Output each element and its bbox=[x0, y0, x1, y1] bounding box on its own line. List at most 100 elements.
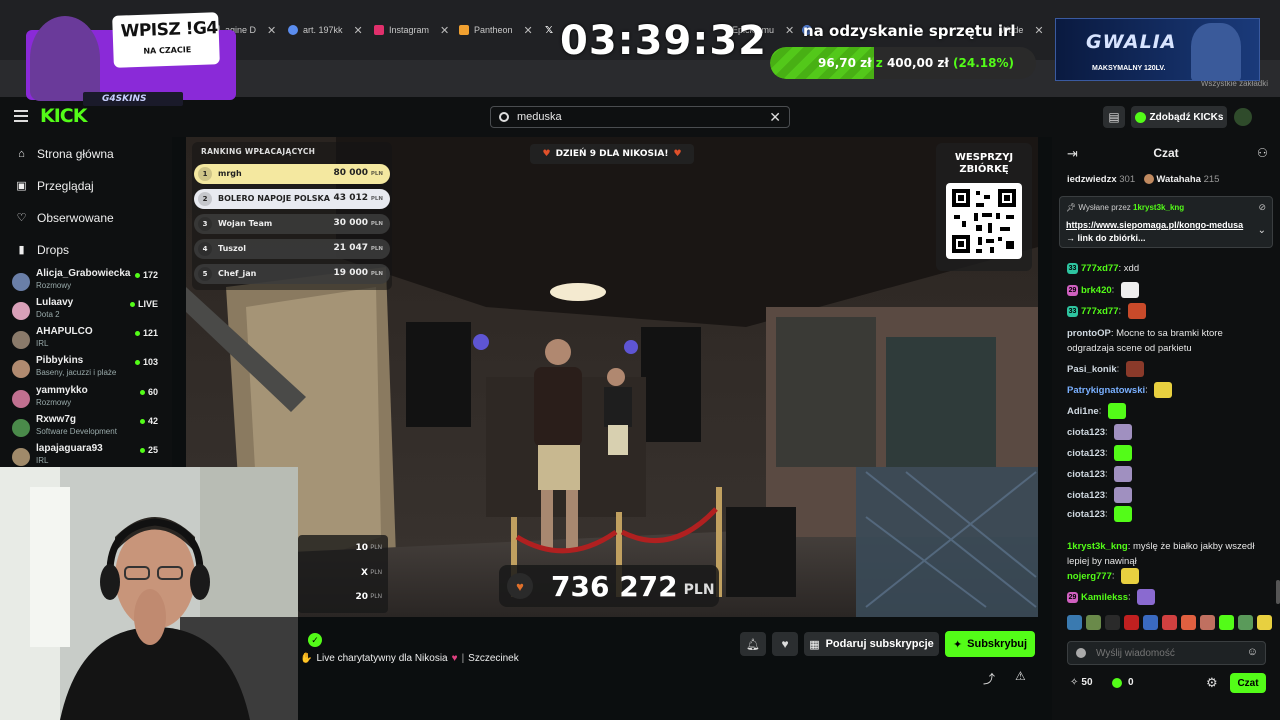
gift-subscription-button[interactable]: ▦ Podaruj subskrypcje bbox=[804, 632, 939, 656]
pinned-link[interactable]: https://www.siepomaga.pl/kongo-medusa bbox=[1066, 220, 1243, 230]
tab-close-icon[interactable]: ✕ bbox=[1034, 24, 1043, 37]
menu-icon[interactable] bbox=[14, 110, 28, 122]
sidebar-channel[interactable]: Pibbykins Baseny, jacuzzi i plaże 103 bbox=[12, 355, 162, 384]
emote-icon[interactable] bbox=[1200, 615, 1215, 630]
ranking-donor-name: Chef_jan bbox=[218, 269, 257, 278]
chat-username[interactable]: 777xd77 bbox=[1081, 263, 1119, 274]
donors-ranking-panel: RANKING WPŁACAJĄCYCH 1 mrgh 80 000 PLN 2 BOLE… bbox=[192, 142, 392, 290]
gift-icon: ▦ bbox=[809, 638, 820, 651]
emote-icon[interactable] bbox=[1086, 615, 1101, 630]
user-avatar[interactable] bbox=[1234, 108, 1252, 126]
star-icon: ✦ bbox=[952, 638, 963, 651]
chat-username[interactable]: 1kryst3k_kng bbox=[1067, 541, 1128, 552]
channel-category: Rozmowy bbox=[36, 281, 72, 290]
unpin-icon[interactable]: ⊘ bbox=[1258, 202, 1266, 213]
nav-home[interactable]: ⌂ Strona główna bbox=[16, 147, 114, 161]
sidebar-channel[interactable]: Lulaavy Dota 2 LIVE bbox=[12, 297, 162, 326]
chat-message: Pasi_konik: bbox=[1067, 361, 1272, 377]
stream-title-text: Live charytatywny dla Nikosia bbox=[316, 653, 448, 664]
browser-tab[interactable]: art. 197kk ✕ bbox=[288, 20, 363, 40]
live-dot-icon bbox=[134, 359, 140, 365]
sidebar-channel[interactable]: Alicja_Grabowiecka Rozmowy 172 bbox=[12, 268, 162, 297]
chat-username[interactable]: Patrykignatowski bbox=[1067, 385, 1145, 396]
subscribe-button[interactable]: ✦ Subskrybuj bbox=[945, 631, 1035, 657]
chat-username[interactable]: 777xd77 bbox=[1081, 306, 1119, 317]
chat-username[interactable]: brk420 bbox=[1081, 285, 1112, 296]
kicks-balance[interactable]: 0 bbox=[1112, 677, 1134, 688]
notification-bell-button[interactable]: 🔔︎ bbox=[740, 632, 766, 656]
nav-browse[interactable]: ▣ Przeglądaj bbox=[16, 179, 93, 193]
sidebar-channel[interactable]: yammykko Rozmowy 60 bbox=[12, 385, 162, 414]
share-icon[interactable]: ⤴ bbox=[983, 670, 995, 687]
report-icon[interactable]: ⚠ bbox=[1015, 669, 1026, 683]
library-icon[interactable]: ▤ bbox=[1103, 106, 1125, 128]
goal-of: z bbox=[875, 56, 883, 70]
emote-icon bbox=[1114, 506, 1133, 522]
nav-drops[interactable]: ▮ Drops bbox=[16, 243, 69, 257]
chat-username[interactable]: ciota123 bbox=[1067, 490, 1105, 501]
chat-username[interactable]: Adi1ne bbox=[1067, 406, 1099, 417]
chat-identity-icon[interactable] bbox=[1076, 648, 1086, 658]
chat-username[interactable]: ciota123 bbox=[1067, 448, 1105, 459]
emote-icon[interactable] bbox=[1257, 615, 1272, 630]
get-kicks-button[interactable]: Zdobądź KICKs bbox=[1131, 106, 1227, 128]
emoji-icon[interactable]: ☺ bbox=[1247, 646, 1258, 658]
chat-message: Patrykignatowski: bbox=[1067, 382, 1272, 398]
pinned-message[interactable]: 📌︎ Wysłane przez 1kryst3k_kng ⊘ https://… bbox=[1059, 196, 1273, 248]
chat-message: ciota123: bbox=[1067, 445, 1272, 461]
chat-settings-icon[interactable]: ⚙ bbox=[1206, 675, 1218, 691]
chat-username[interactable]: Pasi_konik bbox=[1067, 364, 1117, 375]
send-chat-button[interactable]: Czat bbox=[1230, 673, 1266, 693]
sidebar-channel[interactable]: AHAPULCO IRL 121 bbox=[12, 326, 162, 355]
follow-button[interactable]: ♥ bbox=[772, 632, 798, 656]
live-dot-icon bbox=[134, 272, 140, 278]
page-scrollbar[interactable] bbox=[1276, 580, 1280, 604]
browser-tab[interactable]: 𝕏 bbox=[545, 20, 553, 40]
ranking-unit: PLN bbox=[370, 221, 383, 227]
tab-close-icon[interactable]: ✕ bbox=[785, 24, 794, 37]
channel-points[interactable]: ✧ 50 bbox=[1070, 677, 1093, 688]
chat-username[interactable]: ciota123 bbox=[1067, 469, 1105, 480]
mini-value: 20 bbox=[355, 592, 368, 602]
chevron-down-icon[interactable]: ⌄ bbox=[1258, 225, 1266, 236]
nav-following[interactable]: ♡ Obserwowane bbox=[16, 211, 114, 225]
tab-close-icon[interactable]: ✕ bbox=[267, 24, 276, 37]
emote-icon[interactable] bbox=[1162, 615, 1177, 630]
stream-title: ✋ Live charytatywny dla Nikosia ♥ | Szcz… bbox=[300, 653, 519, 664]
total-raised-panel: ♥ 736 272 PLN bbox=[499, 565, 719, 607]
chat-message-field[interactable] bbox=[1096, 645, 1236, 661]
tab-close-icon[interactable]: ✕ bbox=[524, 24, 533, 37]
sidebar-channel[interactable]: Rxww7g Software Development 42 bbox=[12, 414, 162, 443]
channel-category: Dota 2 bbox=[36, 310, 60, 319]
heart-icon: ♥ bbox=[781, 637, 789, 651]
emote-icon[interactable] bbox=[1219, 615, 1234, 630]
tab-close-icon[interactable]: ✕ bbox=[354, 24, 363, 37]
emote-icon[interactable] bbox=[1181, 615, 1196, 630]
chat-users-icon[interactable]: ⚇ bbox=[1257, 146, 1268, 160]
emote-icon[interactable] bbox=[1238, 615, 1253, 630]
emote-icon[interactable] bbox=[1105, 615, 1120, 630]
chat-username[interactable]: prontoOP bbox=[1067, 328, 1111, 339]
chat-username[interactable]: ciota123 bbox=[1067, 509, 1105, 520]
qr-title-line2: ZBIÓRKĘ bbox=[959, 164, 1009, 175]
channel-category: IRL bbox=[36, 456, 49, 465]
subscriber-badge-icon: 29 bbox=[1067, 591, 1078, 603]
clear-search-icon[interactable]: ✕ bbox=[769, 109, 781, 126]
search-input[interactable]: meduska ✕ bbox=[490, 106, 790, 128]
browser-tab[interactable]: Pantheon ✕ bbox=[459, 20, 533, 40]
chat-username[interactable]: ciota123 bbox=[1067, 427, 1105, 438]
chat-message: 33 777xd77: xdd bbox=[1067, 261, 1272, 276]
tab-close-icon[interactable]: ✕ bbox=[440, 24, 449, 37]
chat-input[interactable]: ☺ bbox=[1067, 641, 1266, 665]
chat-username[interactable]: Kamilekss bbox=[1081, 592, 1128, 603]
donation-logo-icon: ♥ bbox=[507, 573, 533, 599]
emote-icon[interactable] bbox=[1124, 615, 1139, 630]
kick-logo[interactable]: KICK bbox=[40, 105, 87, 127]
x-logo-icon: 𝕏 bbox=[545, 24, 554, 36]
browser-tab[interactable]: Instagram ✕ bbox=[374, 20, 449, 40]
chat-username[interactable]: nojerg777 bbox=[1067, 571, 1112, 582]
emote-icon[interactable] bbox=[1143, 615, 1158, 630]
video-player[interactable]: RANKING WPŁACAJĄCYCH 1 mrgh 80 000 PLN 2 BOLE… bbox=[186, 137, 1038, 617]
emote-icon[interactable] bbox=[1067, 615, 1082, 630]
mini-unit: PLN bbox=[370, 570, 382, 576]
